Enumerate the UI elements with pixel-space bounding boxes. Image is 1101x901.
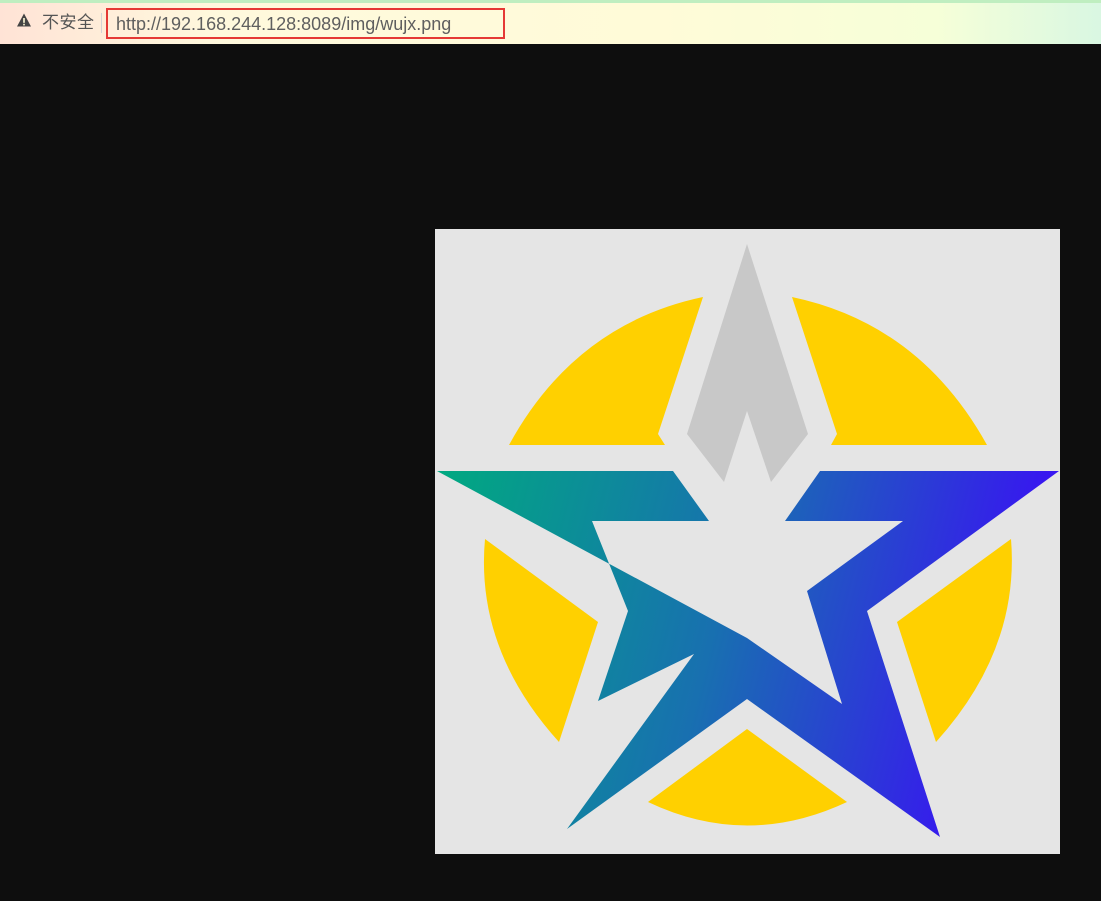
- warning-triangle-icon[interactable]: [16, 12, 32, 28]
- star-emblem-image: [435, 244, 1059, 837]
- displayed-image: [435, 229, 1060, 854]
- security-status-label[interactable]: 不安全: [42, 12, 95, 34]
- address-bar: 不安全 http://192.168.244.128:8089/img/wujx…: [0, 0, 1101, 44]
- url-input[interactable]: http://192.168.244.128:8089/img/wujx.png: [116, 13, 451, 35]
- address-bar-divider: [101, 13, 102, 33]
- circle-segment-top-left: [509, 297, 703, 445]
- circle-segment-top-right: [792, 297, 987, 445]
- circle-segment-left: [483, 539, 598, 742]
- star-top-point: [687, 244, 808, 482]
